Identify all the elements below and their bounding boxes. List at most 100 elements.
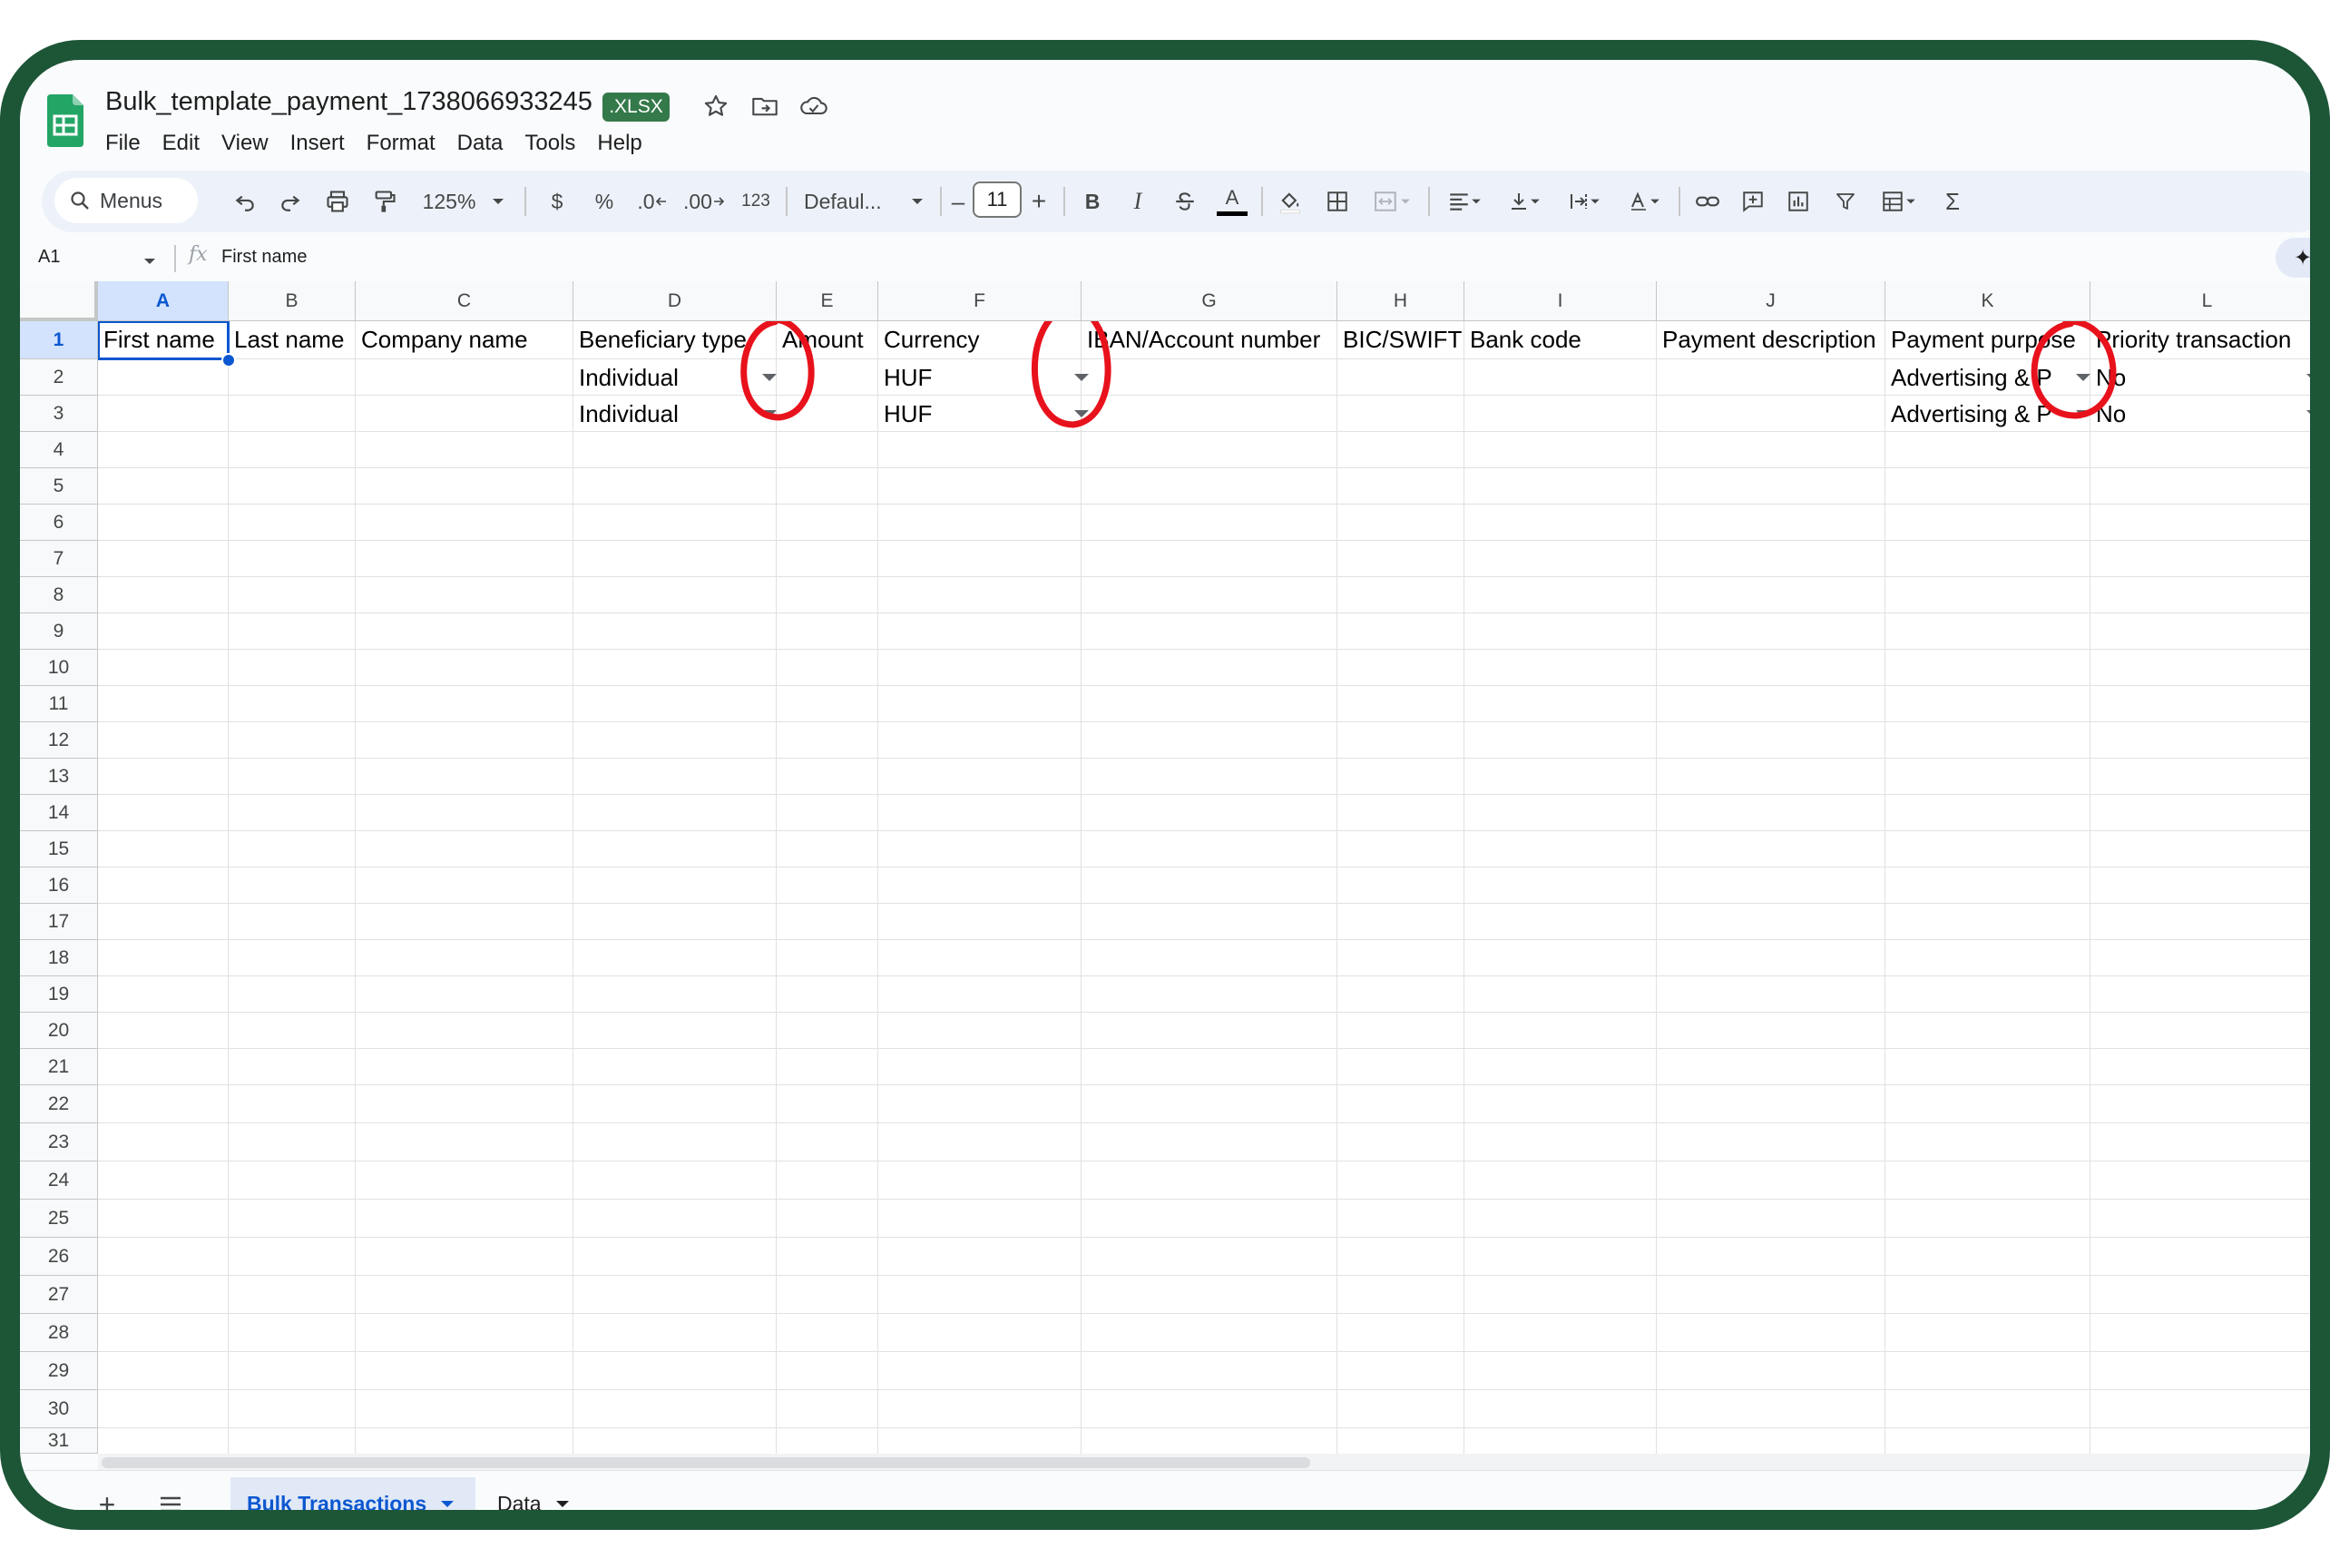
- row-header-23[interactable]: 23: [20, 1123, 98, 1161]
- percent-format-button[interactable]: %: [586, 180, 622, 223]
- cells-area[interactable]: First name Last name Company name Beneficia…: [98, 321, 2310, 1454]
- row-header-10[interactable]: 10: [20, 650, 98, 686]
- paint-format-icon[interactable]: [367, 180, 403, 223]
- row-header-14[interactable]: 14: [20, 795, 98, 831]
- column-header-i[interactable]: I: [1464, 281, 1657, 321]
- sheet-tab-chevron-down-icon[interactable]: [441, 1500, 455, 1507]
- row-header-7[interactable]: 7: [20, 541, 98, 577]
- undo-icon[interactable]: [227, 180, 263, 223]
- column-header-a[interactable]: A: [98, 281, 229, 321]
- filter-views-icon[interactable]: [1871, 180, 1925, 223]
- decrease-decimal-button[interactable]: .0: [631, 180, 673, 223]
- decrease-font-size-button[interactable]: –: [945, 180, 971, 223]
- sheet-tab-data[interactable]: Data: [481, 1477, 593, 1510]
- column-header-k[interactable]: K: [1885, 281, 2090, 321]
- menu-edit[interactable]: Edit: [152, 127, 210, 160]
- sheets-logo-icon[interactable]: [47, 94, 83, 147]
- zoom-chevron-down-icon[interactable]: [485, 180, 512, 223]
- row-header-27[interactable]: 27: [20, 1276, 98, 1314]
- row-header-11[interactable]: 11: [20, 686, 98, 722]
- strikethrough-icon[interactable]: [1167, 180, 1203, 223]
- row-header-31[interactable]: 31: [20, 1428, 98, 1454]
- row-header-13[interactable]: 13: [20, 759, 98, 795]
- menu-view[interactable]: View: [210, 127, 279, 160]
- row-header-30[interactable]: 30: [20, 1390, 98, 1428]
- increase-font-size-button[interactable]: +: [1025, 180, 1052, 223]
- column-header-c[interactable]: C: [356, 281, 573, 321]
- functions-button[interactable]: Σ: [1934, 180, 1971, 223]
- document-title[interactable]: Bulk_template_payment_1738066933245: [105, 87, 592, 117]
- row-header-28[interactable]: 28: [20, 1314, 98, 1352]
- column-header-b[interactable]: B: [229, 281, 356, 321]
- insert-comment-icon[interactable]: [1735, 180, 1771, 223]
- row-header-4[interactable]: 4: [20, 432, 98, 468]
- column-header-d[interactable]: D: [573, 281, 777, 321]
- font-size-input[interactable]: 11: [973, 181, 1022, 218]
- row-header-22[interactable]: 22: [20, 1085, 98, 1123]
- menu-help[interactable]: Help: [586, 127, 652, 160]
- redo-icon[interactable]: [272, 180, 308, 223]
- merge-cells-icon[interactable]: [1365, 180, 1419, 223]
- insert-link-icon[interactable]: [1689, 180, 1726, 223]
- borders-icon[interactable]: [1319, 180, 1356, 223]
- column-header-g[interactable]: G: [1082, 281, 1337, 321]
- row-header-6[interactable]: 6: [20, 505, 98, 541]
- more-formats-button[interactable]: 123: [735, 180, 777, 223]
- increase-decimal-button[interactable]: .00: [680, 180, 728, 223]
- search-menus[interactable]: Menus: [54, 178, 198, 223]
- column-header-e[interactable]: E: [777, 281, 878, 321]
- row-header-5[interactable]: 5: [20, 468, 98, 505]
- row-header-12[interactable]: 12: [20, 722, 98, 759]
- row-header-19[interactable]: 19: [20, 976, 98, 1013]
- sheet-tab-chevron-down-icon[interactable]: [555, 1500, 569, 1507]
- row-header-2[interactable]: 2: [20, 359, 98, 396]
- vertical-align-icon[interactable]: [1499, 180, 1550, 223]
- row-header-20[interactable]: 20: [20, 1013, 98, 1049]
- text-wrapping-icon[interactable]: [1559, 180, 1610, 223]
- zoom-select[interactable]: 125%: [416, 180, 483, 223]
- insert-chart-icon[interactable]: [1780, 180, 1816, 223]
- select-all-corner[interactable]: [20, 281, 98, 321]
- bold-button[interactable]: B: [1074, 180, 1111, 223]
- italic-button[interactable]: I: [1120, 180, 1156, 223]
- row-header-17[interactable]: 17: [20, 904, 98, 940]
- row-header-26[interactable]: 26: [20, 1238, 98, 1276]
- row-header-9[interactable]: 9: [20, 613, 98, 650]
- add-sheet-icon[interactable]: +: [89, 1486, 125, 1511]
- column-header-l[interactable]: L: [2090, 281, 2310, 321]
- text-rotation-icon[interactable]: [1619, 180, 1669, 223]
- menu-tools[interactable]: Tools: [514, 127, 586, 160]
- print-icon[interactable]: [319, 180, 356, 223]
- fill-color-icon[interactable]: [1272, 180, 1308, 223]
- row-header-21[interactable]: 21: [20, 1049, 98, 1085]
- row-header-16[interactable]: 16: [20, 867, 98, 904]
- row-header-18[interactable]: 18: [20, 940, 98, 976]
- row-header-24[interactable]: 24: [20, 1161, 98, 1200]
- cloud-status-icon[interactable]: [798, 91, 829, 122]
- move-folder-icon[interactable]: [749, 91, 780, 122]
- row-header-8[interactable]: 8: [20, 577, 98, 613]
- column-header-f[interactable]: F: [878, 281, 1082, 321]
- column-header-j[interactable]: J: [1657, 281, 1885, 321]
- horizontal-align-icon[interactable]: [1439, 180, 1490, 223]
- sheet-tab-bulk-transactions[interactable]: Bulk Transactions: [230, 1477, 475, 1510]
- row-header-15[interactable]: 15: [20, 831, 98, 867]
- formula-input[interactable]: First name: [221, 247, 307, 268]
- horizontal-scrollbar-thumb[interactable]: [102, 1457, 1310, 1468]
- currency-format-button[interactable]: $: [539, 180, 575, 223]
- row-header-3[interactable]: 3: [20, 396, 98, 432]
- name-box[interactable]: A1: [38, 247, 60, 268]
- all-sheets-menu-icon[interactable]: [152, 1486, 189, 1510]
- column-header-h[interactable]: H: [1337, 281, 1464, 321]
- gemini-sparkle-icon[interactable]: ✦: [2276, 238, 2310, 278]
- row-header-29[interactable]: 29: [20, 1352, 98, 1390]
- row-header-1[interactable]: 1: [20, 321, 98, 359]
- menu-insert[interactable]: Insert: [279, 127, 356, 160]
- filter-icon[interactable]: [1827, 180, 1864, 223]
- star-icon[interactable]: [700, 91, 731, 122]
- menu-format[interactable]: Format: [356, 127, 446, 160]
- menu-data[interactable]: Data: [446, 127, 514, 160]
- menu-file[interactable]: File: [105, 127, 152, 160]
- font-chevron-down-icon[interactable]: [904, 180, 931, 223]
- text-color-button[interactable]: A: [1212, 180, 1252, 223]
